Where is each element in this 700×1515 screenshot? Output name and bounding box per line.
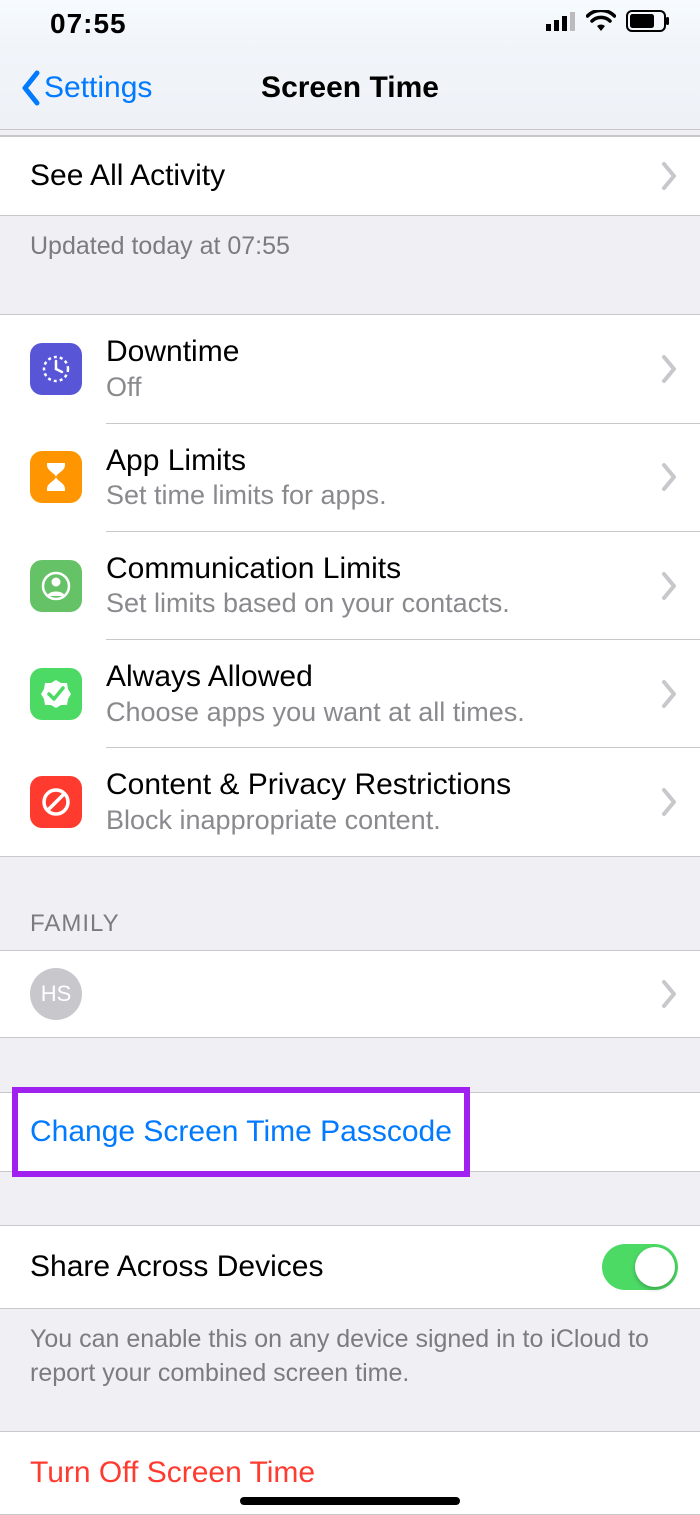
option-subtitle: Set limits based on your contacts. — [106, 587, 660, 621]
share-toggle[interactable] — [602, 1244, 678, 1290]
avatar-initials: HS — [41, 981, 72, 1007]
chevron-right-icon — [660, 354, 678, 384]
home-indicator — [240, 1497, 460, 1505]
share-across-devices-row: Share Across Devices — [0, 1226, 700, 1308]
cellular-icon — [546, 11, 576, 36]
clock-icon — [30, 343, 82, 395]
option-subtitle: Block inappropriate content. — [106, 804, 660, 838]
option-texts: App LimitsSet time limits for apps. — [106, 438, 660, 517]
chevron-left-icon — [20, 70, 42, 106]
chevron-right-icon — [660, 571, 678, 601]
activity-group: See All Activity — [0, 136, 700, 216]
status-bar: 07:55 — [0, 0, 700, 48]
option-row-downtime[interactable]: DowntimeOff — [0, 315, 700, 422]
avatar: HS — [30, 968, 82, 1020]
share-group: Share Across Devices — [0, 1225, 700, 1309]
option-title: Communication Limits — [106, 550, 660, 588]
contact-icon — [30, 560, 82, 612]
option-row-communication-limits[interactable]: Communication LimitsSet limits based on … — [0, 532, 700, 639]
chevron-right-icon — [660, 462, 678, 492]
share-label: Share Across Devices — [30, 1250, 602, 1284]
block-icon — [30, 776, 82, 828]
see-all-activity-row[interactable]: See All Activity — [0, 137, 700, 215]
nav-bar: Settings Screen Time — [0, 48, 700, 130]
updated-footer: Updated today at 07:55 — [0, 216, 700, 261]
option-subtitle: Choose apps you want at all times. — [106, 696, 660, 730]
hourglass-icon — [30, 451, 82, 503]
option-title: Always Allowed — [106, 658, 660, 696]
battery-icon — [626, 10, 670, 37]
option-row-app-limits[interactable]: App LimitsSet time limits for apps. — [0, 424, 700, 531]
option-texts: Communication LimitsSet limits based on … — [106, 546, 660, 625]
options-group: DowntimeOff App LimitsSet time limits for… — [0, 314, 700, 856]
back-button[interactable]: Settings — [0, 70, 152, 106]
share-footer: You can enable this on any device signed… — [0, 1309, 700, 1391]
chevron-right-icon — [660, 161, 678, 191]
back-label: Settings — [44, 71, 152, 105]
see-all-activity-label: See All Activity — [30, 159, 660, 193]
status-icons — [546, 10, 670, 37]
option-row-always-allowed[interactable]: Always AllowedChoose apps you want at al… — [0, 640, 700, 747]
change-passcode-label: Change Screen Time Passcode — [30, 1115, 678, 1149]
page-title: Screen Time — [261, 71, 439, 105]
family-group: HS — [0, 950, 700, 1038]
option-subtitle: Set time limits for apps. — [106, 479, 660, 513]
option-subtitle: Off — [106, 371, 660, 405]
option-texts: Always AllowedChoose apps you want at al… — [106, 654, 660, 733]
chevron-right-icon — [660, 979, 678, 1009]
turn-off-label: Turn Off Screen Time — [30, 1456, 678, 1490]
option-texts: Content & Privacy RestrictionsBlock inap… — [106, 762, 660, 841]
chevron-right-icon — [660, 679, 678, 709]
option-title: App Limits — [106, 442, 660, 480]
chevron-right-icon — [660, 787, 678, 817]
check-icon — [30, 668, 82, 720]
option-title: Downtime — [106, 333, 660, 371]
option-title: Content & Privacy Restrictions — [106, 766, 660, 804]
family-member-row[interactable]: HS — [0, 951, 700, 1037]
passcode-group: Change Screen Time Passcode — [0, 1092, 700, 1172]
wifi-icon — [586, 10, 616, 37]
option-row-content-privacy-restrictions[interactable]: Content & Privacy RestrictionsBlock inap… — [0, 748, 700, 855]
change-passcode-row[interactable]: Change Screen Time Passcode — [0, 1093, 700, 1171]
option-texts: DowntimeOff — [106, 329, 660, 408]
family-header: FAMILY — [0, 910, 700, 950]
status-time: 07:55 — [50, 8, 127, 40]
